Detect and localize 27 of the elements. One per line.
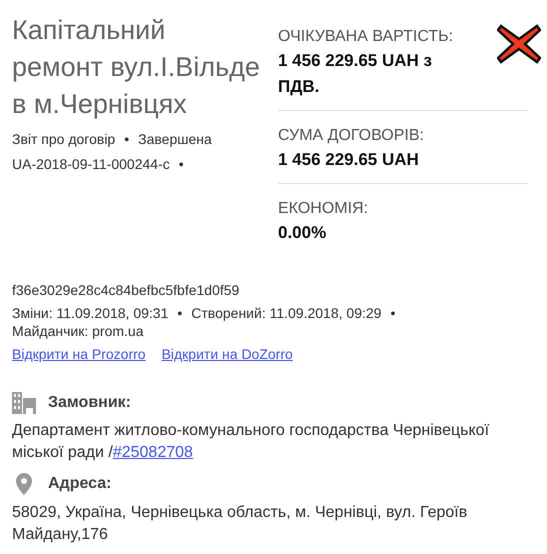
page-title: Капітальний ремонт вул.І.Вільде в м.Чернівцях — [12, 14, 261, 121]
external-link[interactable]: Відкрити на DoZorro — [162, 346, 293, 362]
hash-text: f36e3029e28c4c84befbc5fbfe1d0f59 — [12, 281, 240, 300]
summary-label: СУМА ДОГОВОРІВ: — [278, 126, 425, 146]
meta-text: Завершена — [138, 131, 212, 147]
meta-text: Звіт про договір — [12, 131, 116, 147]
id-link[interactable]: #25082708 — [112, 444, 193, 461]
section-text: Департамент житлово-комунального господарства Чернівецької міської ради /#25082708 — [12, 421, 490, 463]
summary-value: 0.00% — [278, 222, 328, 244]
separator-dot: • — [177, 305, 182, 321]
external-link[interactable]: Відкрити на Prozorro — [12, 346, 146, 362]
section-heading: Замовник: — [48, 394, 131, 412]
building-icon — [12, 392, 36, 414]
summary-label: ОЧІКУВАНА ВАРТІСТЬ: — [278, 27, 454, 47]
separator-dot: • — [178, 156, 184, 172]
summary-value: 1 456 229.65 UAH — [278, 149, 420, 171]
detail-text: Зміни: 11.09.2018, 09:31 — [12, 305, 168, 321]
meta-text: UA-2018-09-11-000244-c — [12, 156, 170, 172]
summary-value: 1 456 229.65 UAH з ПДВ. — [278, 50, 433, 98]
separator-dot: • — [390, 305, 396, 321]
close-icon[interactable] — [497, 24, 541, 64]
separator-dot: • — [124, 131, 130, 147]
summary-label: ЕКОНОМІЯ: — [278, 199, 370, 219]
detail-text: Створений: 11.09.2018, 09:29 — [191, 305, 382, 321]
detail-text: Майданчик: prom.ua — [12, 323, 144, 339]
section-text: 58029, Україна, Чернівецька область, м. Чернівці, вул. Героїв Майдану,176 — [12, 503, 468, 545]
section-heading: Адреса: — [48, 475, 112, 493]
